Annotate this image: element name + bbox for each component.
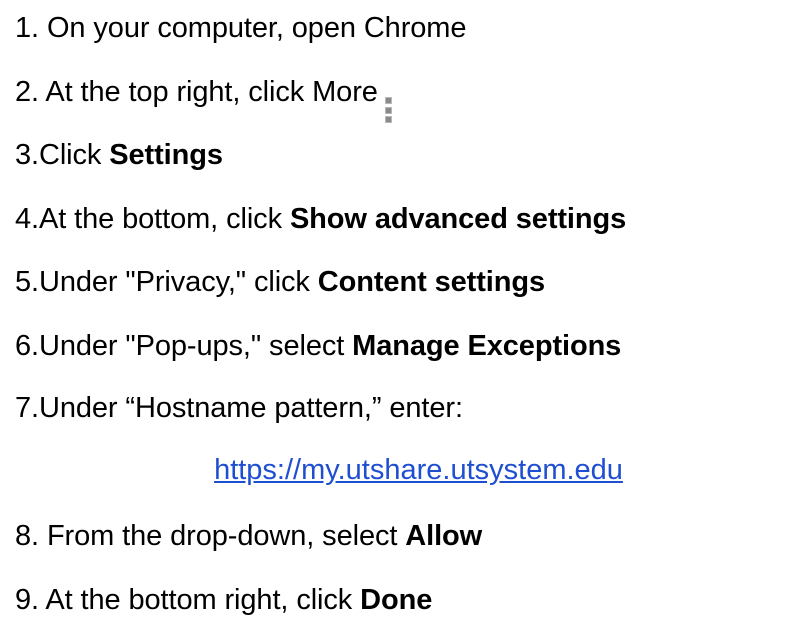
- step-9-bold: Done: [360, 584, 433, 616]
- kebab-more-icon: [384, 97, 393, 123]
- step-6-text: 6.Under "Pop-ups," select: [15, 330, 353, 362]
- step-3-text: 3.Click: [15, 139, 110, 171]
- step-1-text: 1. On your computer, open Chrome: [15, 12, 467, 44]
- step-9-text: 9. At the bottom right, click: [15, 584, 361, 616]
- step-2: 2. At the top right, click More: [15, 74, 393, 123]
- step-5: 5.Under "Privacy," click Content setting…: [15, 264, 545, 300]
- step-8: 8. From the drop-down, select Allow: [15, 518, 482, 554]
- step-4-bold: Show advanced settings: [289, 203, 627, 235]
- step-3-bold: Settings: [109, 139, 223, 171]
- hostname-link[interactable]: https://my.utshare.utsystem.edu: [214, 454, 623, 486]
- step-9: 9. At the bottom right, click Done: [15, 582, 432, 618]
- step-7-text: 7.Under “Hostname pattern,” enter:: [15, 392, 463, 424]
- step-4: 4.At the bottom, click Show advanced set…: [15, 201, 626, 237]
- step-1: 1. On your computer, open Chrome: [15, 10, 466, 46]
- step-8-bold: Allow: [405, 520, 483, 552]
- step-3: 3.Click Settings: [15, 137, 223, 173]
- step-5-bold: Content settings: [317, 266, 545, 298]
- step-6-bold: Manage Exceptions: [352, 330, 622, 362]
- step-2-text: 2. At the top right, click More: [15, 76, 378, 108]
- step-8-text: 8. From the drop-down, select: [15, 520, 406, 552]
- hostname-link-row: https://my.utshare.utsystem.edu: [0, 452, 811, 488]
- step-5-text: 5.Under "Privacy," click: [15, 266, 318, 298]
- step-6: 6.Under "Pop-ups," select Manage Excepti…: [15, 328, 621, 364]
- step-7: 7.Under “Hostname pattern,” enter:: [15, 390, 463, 426]
- step-4-text: 4.At the bottom, click: [15, 203, 290, 235]
